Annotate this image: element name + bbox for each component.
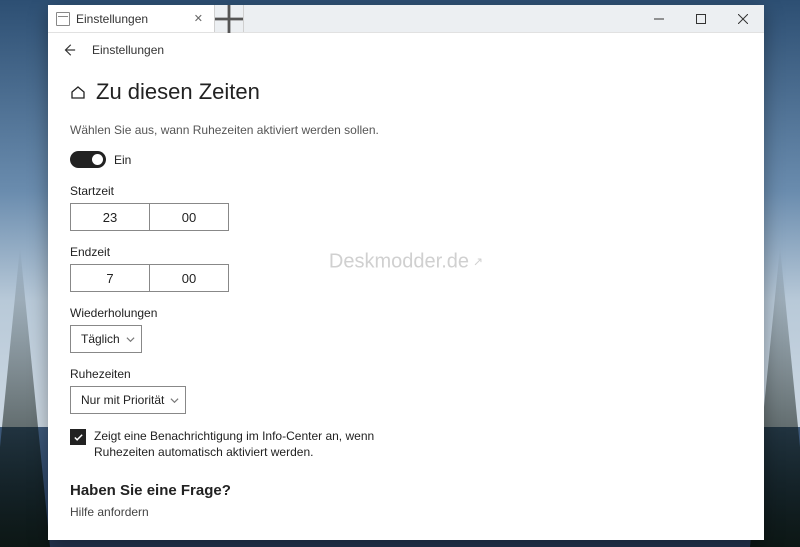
page-title: Zu diesen Zeiten xyxy=(96,79,260,105)
content-area: Zu diesen Zeiten Wählen Sie aus, wann Ru… xyxy=(48,61,764,540)
repeat-label: Wiederholungen xyxy=(70,306,742,320)
toggle-label: Ein xyxy=(114,153,131,167)
chevron-down-icon xyxy=(170,396,179,405)
end-minute[interactable]: 00 xyxy=(150,264,229,292)
quiet-hours-value: Nur mit Priorität xyxy=(81,393,164,407)
end-time-picker: 7 00 xyxy=(70,264,742,292)
titlebar: Einstellungen ✕ xyxy=(48,5,764,33)
window-controls xyxy=(638,5,764,32)
back-button[interactable] xyxy=(60,41,78,59)
notify-checkbox-label: Zeigt eine Benachrichtigung im Info-Cent… xyxy=(94,428,414,460)
start-hour[interactable]: 23 xyxy=(70,203,150,231)
tab-title: Einstellungen xyxy=(76,12,185,26)
minimize-button[interactable] xyxy=(638,5,680,32)
close-tab-icon[interactable]: ✕ xyxy=(191,10,206,27)
desktop-wallpaper: Einstellungen ✕ xyxy=(0,0,800,547)
tab-favicon xyxy=(56,12,70,26)
start-time-picker: 23 00 xyxy=(70,203,742,231)
chevron-down-icon xyxy=(126,335,135,344)
close-window-button[interactable] xyxy=(722,5,764,32)
page-subtitle: Wählen Sie aus, wann Ruhezeiten aktivier… xyxy=(70,123,742,137)
enable-toggle[interactable] xyxy=(70,151,106,168)
quiet-hours-select[interactable]: Nur mit Priorität xyxy=(70,386,186,414)
new-tab-button[interactable] xyxy=(215,5,244,32)
repeat-select[interactable]: Täglich xyxy=(70,325,142,353)
footer-question: Haben Sie eine Frage? xyxy=(70,482,742,499)
end-hour[interactable]: 7 xyxy=(70,264,150,292)
quiet-hours-label: Ruhezeiten xyxy=(70,367,742,381)
help-link[interactable]: Hilfe anfordern xyxy=(70,505,742,519)
wallpaper-tree-left xyxy=(0,247,50,547)
end-time-label: Endzeit xyxy=(70,245,742,259)
start-minute[interactable]: 00 xyxy=(150,203,229,231)
start-time-label: Startzeit xyxy=(70,184,742,198)
repeat-value: Täglich xyxy=(81,332,120,346)
maximize-button[interactable] xyxy=(680,5,722,32)
home-icon[interactable] xyxy=(70,84,86,100)
breadcrumb: Einstellungen xyxy=(92,43,164,57)
header-bar: Einstellungen xyxy=(48,33,764,61)
active-tab[interactable]: Einstellungen ✕ xyxy=(48,5,215,32)
settings-window: Einstellungen ✕ xyxy=(48,5,764,540)
notify-checkbox[interactable] xyxy=(70,429,86,445)
